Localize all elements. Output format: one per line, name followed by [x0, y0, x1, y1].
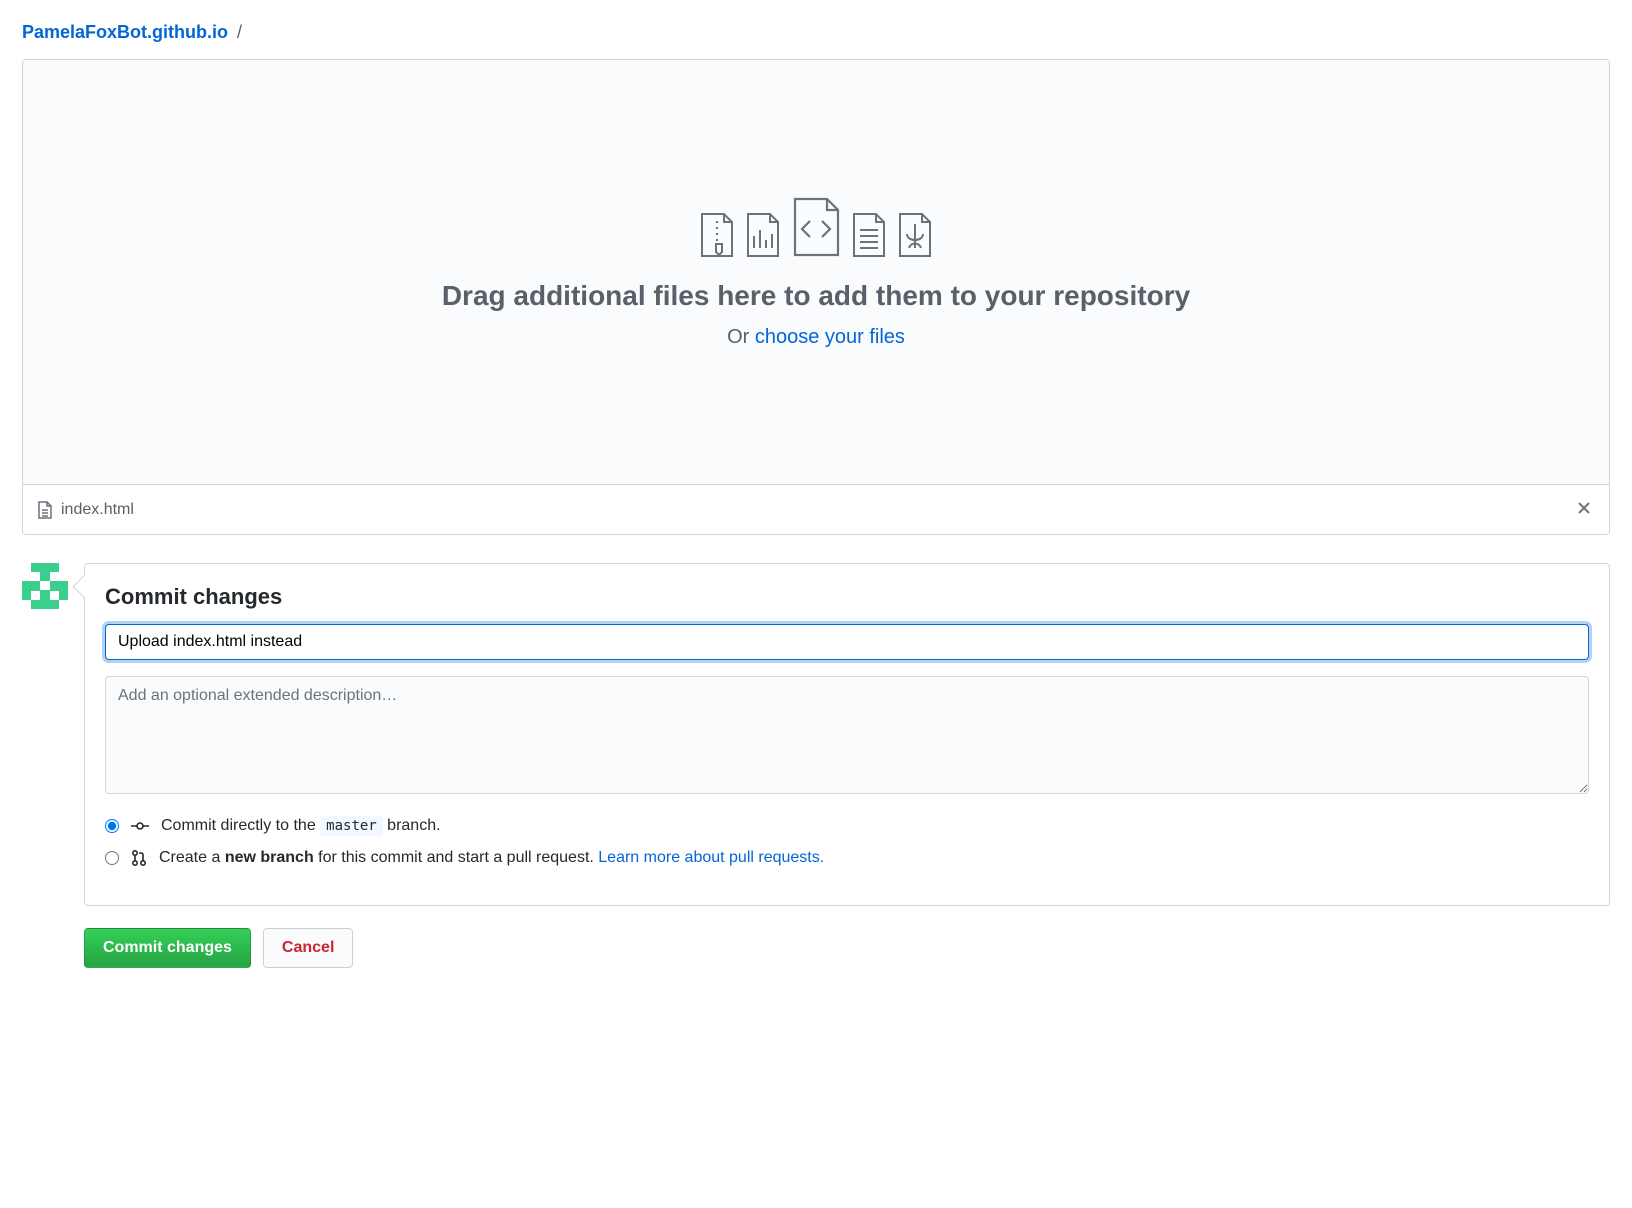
- branch-name: master: [320, 816, 383, 836]
- drop-subtitle: Or choose your files: [727, 326, 905, 349]
- commit-direct-label: Commit directly to the master branch.: [161, 817, 441, 835]
- text-file-icon: [851, 212, 887, 258]
- commit-direct-radio[interactable]: [105, 819, 119, 833]
- avatar: [22, 563, 68, 609]
- close-icon: [1577, 501, 1591, 515]
- chart-file-icon: [745, 212, 781, 258]
- file-icon: [37, 501, 53, 519]
- commit-message-input[interactable]: [105, 624, 1589, 660]
- cancel-button[interactable]: Cancel: [263, 928, 353, 968]
- commit-newbranch-radio[interactable]: [105, 851, 119, 865]
- commit-newbranch-option[interactable]: Create a new branch for this commit and …: [105, 849, 1589, 867]
- commit-actions: Commit changes Cancel: [84, 928, 1610, 968]
- file-type-icons: [699, 196, 933, 258]
- commit-button[interactable]: Commit changes: [84, 928, 251, 968]
- git-pull-request-icon: [131, 849, 147, 867]
- choose-files-link[interactable]: choose your files: [755, 326, 905, 348]
- git-commit-icon: [131, 819, 149, 833]
- commit-newbranch-label: Create a new branch for this commit and …: [159, 849, 824, 867]
- uploaded-file-row: index.html: [23, 484, 1609, 534]
- drop-title: Drag additional files here to add them t…: [442, 280, 1190, 312]
- learn-more-link[interactable]: Learn more about pull requests.: [598, 849, 824, 866]
- code-file-icon: [791, 196, 841, 258]
- commit-description-input[interactable]: [105, 676, 1589, 794]
- zip-file-icon: [699, 212, 735, 258]
- upload-panel: Drag additional files here to add them t…: [22, 59, 1610, 535]
- breadcrumb-separator: /: [237, 22, 242, 42]
- commit-panel: Commit changes Commit directly to the ma…: [84, 563, 1610, 906]
- breadcrumb: PamelaFoxBot.github.io /: [22, 22, 1610, 43]
- uploaded-file-name: index.html: [61, 501, 134, 519]
- commit-heading: Commit changes: [105, 584, 1589, 610]
- remove-file-button[interactable]: [1573, 495, 1595, 524]
- drop-area[interactable]: Drag additional files here to add them t…: [23, 60, 1609, 484]
- pdf-file-icon: [897, 212, 933, 258]
- commit-direct-option[interactable]: Commit directly to the master branch.: [105, 817, 1589, 835]
- repo-link[interactable]: PamelaFoxBot.github.io: [22, 22, 228, 42]
